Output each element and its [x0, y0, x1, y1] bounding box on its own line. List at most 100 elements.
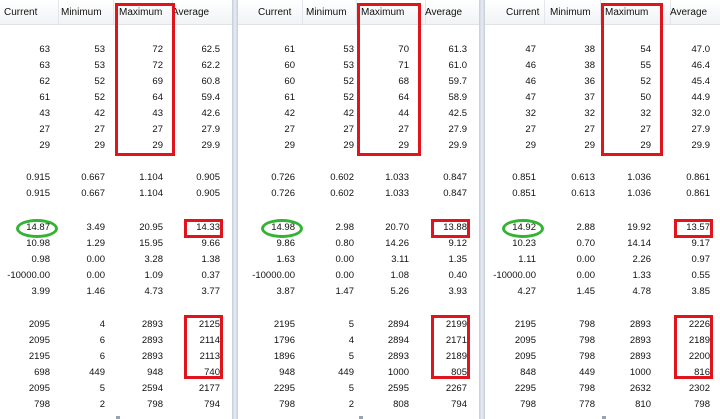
cell-average: 794 [451, 399, 467, 410]
highlight-average-value [184, 219, 223, 238]
cell-minimum: 52 [94, 92, 105, 103]
column-header-minimum[interactable]: Minimum [306, 7, 347, 18]
cell-average: 29.9 [201, 140, 221, 151]
cell-minimum: 2.98 [335, 222, 355, 233]
highlight-average-group [184, 315, 223, 379]
cell-average: 0.905 [196, 172, 220, 183]
cell-current: 29 [284, 140, 295, 151]
cell-average: 62.2 [201, 60, 221, 71]
cell-minimum: 449 [89, 367, 105, 378]
cell-current: 60 [284, 60, 295, 71]
cell-average: 0.861 [686, 188, 710, 199]
cell-current: 61 [284, 44, 295, 55]
column-header-average[interactable]: Average [172, 7, 209, 18]
cell-current: 2095 [28, 319, 50, 330]
cell-average: 29.9 [691, 140, 711, 151]
cell-average: 9.17 [691, 238, 711, 249]
column-header-current[interactable]: Current [4, 7, 37, 18]
cell-average: 3.77 [201, 286, 221, 297]
column-header-average[interactable]: Average [425, 7, 462, 18]
cell-maximum: 3.28 [144, 254, 164, 265]
cell-maximum: 2893 [141, 335, 163, 346]
cell-average: 2267 [445, 383, 467, 394]
cell-maximum: 2894 [387, 335, 409, 346]
highlight-current-value [261, 219, 303, 238]
cell-average: 59.7 [448, 76, 468, 87]
window-splitter-2[interactable] [479, 0, 485, 419]
cell-minimum: 53 [94, 60, 105, 71]
cell-minimum: 5 [348, 319, 354, 330]
cell-minimum: 798 [579, 383, 595, 394]
cell-current: 47 [525, 92, 536, 103]
cell-minimum: 798 [579, 335, 595, 346]
column-header-current[interactable]: Current [258, 7, 291, 18]
column-divider [544, 0, 545, 24]
cell-minimum: 0.667 [81, 172, 105, 183]
cell-current: 798 [279, 399, 295, 410]
cell-minimum: 29 [94, 140, 105, 151]
cell-minimum: 0.00 [335, 270, 355, 281]
cell-minimum: 29 [584, 140, 595, 151]
cell-average: 0.55 [691, 270, 711, 281]
cell-current: -10000.00 [493, 270, 536, 281]
cell-current: -10000.00 [252, 270, 295, 281]
cell-average: 3.85 [691, 286, 711, 297]
cell-minimum: 2 [348, 399, 354, 410]
cell-maximum: 3.11 [391, 254, 409, 265]
cell-average: 61.0 [448, 60, 468, 71]
cell-average: 42.5 [448, 108, 468, 119]
cell-current: 1.11 [518, 254, 536, 265]
highlight-maximum-column [601, 3, 663, 156]
cell-maximum: 1.033 [385, 188, 409, 199]
column-header-current[interactable]: Current [506, 7, 539, 18]
cell-maximum: 1000 [629, 367, 651, 378]
cell-current: 43 [39, 108, 50, 119]
cell-current: 2095 [514, 351, 536, 362]
cell-average: 27.9 [201, 124, 221, 135]
cell-average: 0.847 [443, 188, 467, 199]
cell-current: 3.87 [276, 286, 296, 297]
highlight-average-group [431, 315, 470, 379]
column-header-average[interactable]: Average [670, 7, 707, 18]
cell-current: 61 [39, 92, 50, 103]
cell-maximum: 1.08 [390, 270, 410, 281]
cell-minimum: 42 [343, 108, 354, 119]
cell-current: 2295 [514, 383, 536, 394]
column-header-minimum[interactable]: Minimum [61, 7, 102, 18]
cell-maximum: 20.95 [139, 222, 163, 233]
cell-maximum: 2893 [629, 319, 651, 330]
cell-minimum: 5 [348, 383, 354, 394]
cell-minimum: 0.602 [330, 188, 354, 199]
cell-maximum: 1.104 [139, 188, 163, 199]
column-header-minimum[interactable]: Minimum [550, 7, 591, 18]
cell-average: 27.9 [448, 124, 468, 135]
cell-maximum: 2893 [629, 335, 651, 346]
cell-minimum: 52 [343, 76, 354, 87]
cell-current: 61 [284, 92, 295, 103]
cell-average: 59.4 [201, 92, 221, 103]
cell-minimum: 27 [343, 124, 354, 135]
cell-average: 798 [694, 399, 710, 410]
cell-current: 0.851 [512, 188, 536, 199]
cell-average: 58.9 [448, 92, 468, 103]
cell-average: 0.97 [691, 254, 711, 265]
cell-average: 46.4 [691, 60, 711, 71]
cell-current: 27 [525, 124, 536, 135]
cell-minimum: 0.00 [576, 270, 596, 281]
cell-maximum: 1000 [387, 367, 409, 378]
cell-current: 29 [525, 140, 536, 151]
cell-minimum: 29 [343, 140, 354, 151]
cell-current: 63 [39, 44, 50, 55]
cell-current: 29 [39, 140, 50, 151]
cell-maximum: 2632 [629, 383, 651, 394]
cell-current: 27 [284, 124, 295, 135]
cell-maximum: 810 [635, 399, 651, 410]
window-splitter-1[interactable] [232, 0, 238, 419]
cell-minimum: 0.80 [335, 238, 355, 249]
cell-current: 2195 [514, 319, 536, 330]
cell-minimum: 0.00 [335, 254, 355, 265]
cell-current: 2095 [28, 383, 50, 394]
cell-current: 4.27 [517, 286, 537, 297]
cell-current: 60 [284, 76, 295, 87]
highlight-maximum-column [357, 3, 421, 156]
